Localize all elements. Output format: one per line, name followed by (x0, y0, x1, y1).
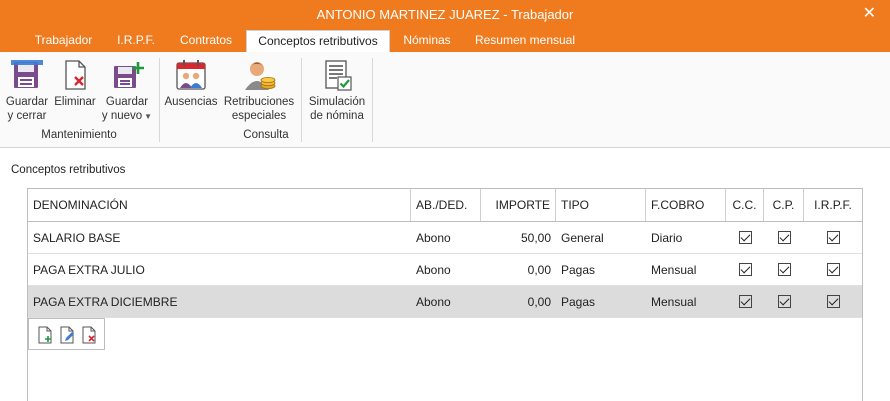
cell-tipo: Pagas (561, 263, 596, 277)
irpf-checkbox[interactable] (826, 263, 840, 277)
group-label-mantenimiento: Mantenimiento (41, 129, 117, 141)
save-new-label-2: y nuevo (101, 110, 143, 122)
row-toolbar (28, 318, 105, 350)
save-new-label-1: Guardar (105, 96, 149, 108)
delete-label: Eliminar (54, 96, 96, 108)
save-close-label-1: Guardar (5, 96, 49, 108)
header-tipo[interactable]: TIPO (556, 189, 646, 221)
cell-irpf (804, 254, 862, 285)
header-cp[interactable]: C.P. (764, 189, 804, 221)
cell-importe: 0,00 (527, 263, 551, 277)
cell-fcobro: Mensual (651, 263, 697, 277)
tab-bar: Trabajador I.R.P.F. Contratos Conceptos … (0, 29, 890, 52)
close-icon[interactable]: ✕ (863, 3, 876, 23)
delete-document-icon (58, 58, 92, 92)
cell-cc (726, 222, 764, 253)
cell-importe: 50,00 (520, 231, 551, 245)
save-new-button[interactable]: Guardar y nuevo ▼ (100, 58, 154, 124)
save-new-label-2-wrap: y nuevo ▼ (100, 109, 154, 124)
irpf-checkbox[interactable] (826, 295, 840, 309)
cell-tipo: Pagas (561, 295, 596, 309)
tab-contratos[interactable]: Contratos (167, 29, 245, 52)
tab-irpf[interactable]: I.R.P.F. (108, 29, 164, 52)
title-bar: ANTONIO MARTINEZ JUAREZ - Trabajador ✕ (0, 0, 890, 29)
special-payments-label-2: especiales (231, 110, 287, 122)
special-payments-label-1: Retribuciones (223, 96, 295, 108)
group-label-consulta: Consulta (243, 129, 289, 141)
tab-resumen-mensual[interactable]: Resumen mensual (464, 29, 586, 52)
cell-fcobro: Diario (651, 231, 683, 245)
table-row[interactable]: PAGA EXTRA JULIO Abono 0,00 Pagas Mensua… (28, 254, 862, 286)
person-coins-icon (242, 58, 276, 92)
save-close-button[interactable]: Guardar y cerrar (4, 58, 50, 123)
calendar-people-icon (174, 58, 208, 92)
payroll-check-icon (320, 58, 354, 92)
payroll-simulation-label-1: Simulación (308, 96, 366, 108)
cell-cp (764, 254, 804, 285)
header-denominacion[interactable]: DENOMINACIÓN (28, 189, 411, 221)
tab-trabajador[interactable]: Trabajador (22, 29, 105, 52)
cell-abded: Abono (416, 231, 451, 245)
cell-denominacion: PAGA EXTRA DICIEMBRE (33, 295, 178, 309)
header-cc[interactable]: C.C. (726, 189, 764, 221)
cell-abded: Abono (416, 295, 451, 309)
cell-irpf (804, 286, 862, 317)
payroll-simulation-label-2: de nómina (310, 110, 364, 122)
group-separator (159, 58, 160, 142)
table-row[interactable]: SALARIO BASE Abono 50,00 General Diario (28, 222, 862, 254)
cell-abded: Abono (416, 263, 451, 277)
cell-denominacion: SALARIO BASE (33, 231, 121, 245)
add-row-icon[interactable] (37, 326, 53, 344)
cc-checkbox[interactable] (738, 263, 752, 277)
cp-checkbox[interactable] (777, 231, 791, 245)
save-new-icon (110, 58, 144, 92)
save-close-icon (10, 58, 44, 92)
header-importe[interactable]: IMPORTE (481, 189, 556, 221)
payroll-simulation-button[interactable]: Simulación de nómina (306, 58, 368, 123)
cell-irpf (804, 222, 862, 253)
header-irpf[interactable]: I.R.P.F. (804, 189, 862, 221)
delete-row-icon[interactable] (81, 326, 97, 344)
cp-checkbox[interactable] (777, 295, 791, 309)
header-abded[interactable]: AB./DED. (411, 189, 481, 221)
chevron-down-icon[interactable]: ▼ (144, 112, 152, 121)
ribbon: Guardar y cerrar Eliminar Guardar y nuev… (0, 52, 890, 148)
irpf-checkbox[interactable] (826, 231, 840, 245)
edit-row-icon[interactable] (59, 326, 75, 344)
cc-checkbox[interactable] (738, 231, 752, 245)
special-payments-button[interactable]: Retribuciones especiales (221, 58, 297, 123)
tab-nominas[interactable]: Nóminas (393, 29, 461, 52)
concepts-table: DENOMINACIÓN AB./DED. IMPORTE TIPO F.COB… (27, 188, 863, 401)
cell-cp (764, 222, 804, 253)
cell-cp (764, 286, 804, 317)
table-row-selected[interactable]: PAGA EXTRA DICIEMBRE Abono 0,00 Pagas Me… (28, 286, 862, 318)
cell-denominacion: PAGA EXTRA JULIO (33, 263, 145, 277)
save-close-label-2: y cerrar (7, 110, 47, 122)
table-header: DENOMINACIÓN AB./DED. IMPORTE TIPO F.COB… (28, 189, 862, 222)
cell-cc (726, 286, 764, 317)
cell-tipo: General (561, 231, 604, 245)
section-title: Conceptos retributivos (11, 164, 126, 176)
cell-cc (726, 254, 764, 285)
absences-button[interactable]: Ausencias (164, 58, 218, 109)
absences-label: Ausencias (164, 96, 218, 108)
header-fcobro[interactable]: F.COBRO (646, 189, 726, 221)
delete-button[interactable]: Eliminar (53, 58, 97, 109)
group-separator (372, 58, 373, 142)
cp-checkbox[interactable] (777, 263, 791, 277)
cc-checkbox[interactable] (738, 295, 752, 309)
cell-importe: 0,00 (527, 295, 551, 309)
cell-fcobro: Mensual (651, 295, 697, 309)
tab-conceptos-retributivos[interactable]: Conceptos retributivos (246, 30, 390, 52)
window-title: ANTONIO MARTINEZ JUAREZ - Trabajador (316, 7, 574, 22)
